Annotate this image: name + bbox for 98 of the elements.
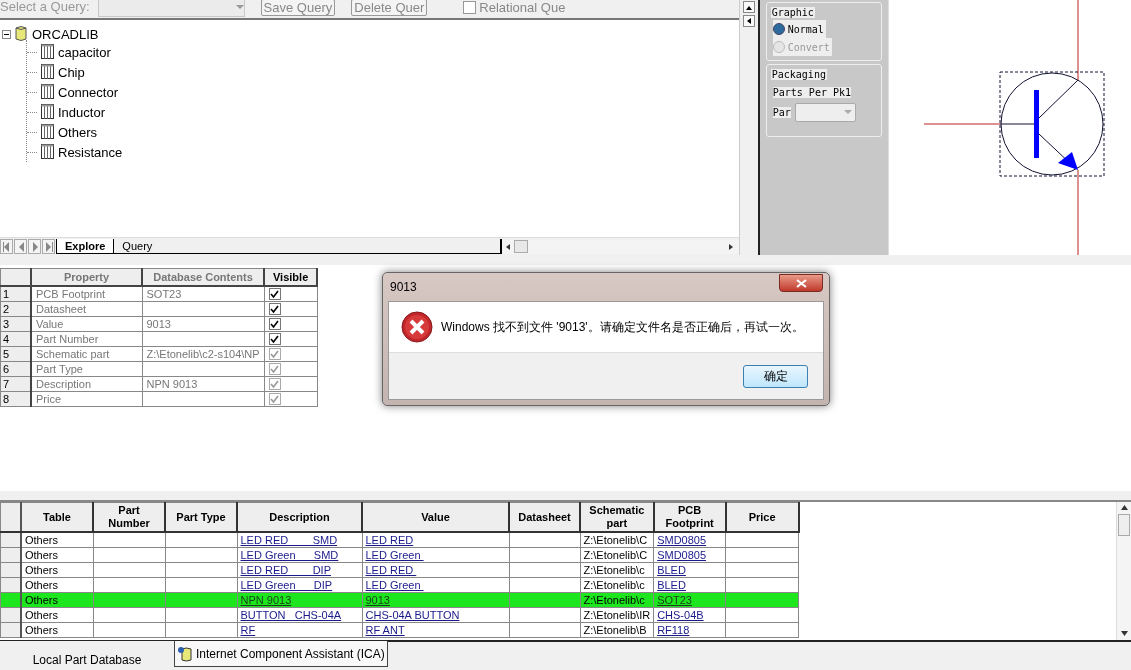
caret-icon [235, 5, 244, 9]
tree-tab[interactable]: Explore [56, 239, 114, 254]
column-header[interactable]: Table [21, 502, 93, 532]
table-cell: Z:\Etonelib\C [580, 532, 654, 548]
table-cell: Datasheet [31, 301, 142, 317]
dialog-message: Windows 找不到文件 '9013'。请确定文件名是否正确后，再试一次。 [441, 318, 804, 336]
table-cell: Z:\Etonelib\c [580, 577, 654, 593]
horizontal-scrollbar[interactable] [502, 239, 739, 254]
parts-per-package-value: 1 [845, 86, 851, 98]
table-cell: Others [21, 532, 93, 548]
column-header[interactable]: Schematic part [580, 502, 654, 532]
table-cell: Part Type [31, 361, 142, 377]
part-label: Par [772, 106, 791, 118]
tree-item[interactable]: Inductor [58, 104, 105, 120]
close-icon [795, 278, 807, 288]
table-cell: SOT23 [142, 286, 265, 302]
caret-icon [843, 110, 852, 114]
column-header[interactable]: Value [362, 502, 509, 532]
table-icon [41, 144, 54, 160]
table-cell: Z:\Etonelib\B [580, 622, 654, 638]
table-cell: Part Number [31, 331, 142, 347]
next-button[interactable] [28, 239, 41, 254]
column-header[interactable]: Database Contents [142, 268, 265, 286]
table-cell: PCB Footprint [31, 286, 142, 302]
column-header[interactable]: Visible [264, 268, 318, 286]
table-icon [41, 84, 54, 100]
table-cell: Schematic part [31, 346, 142, 362]
ok-button[interactable]: 确定 [743, 364, 808, 388]
table-icon [41, 104, 54, 120]
table-cell: Price [31, 391, 142, 407]
cell-link[interactable]: RF [240, 624, 256, 636]
scroll-up-button[interactable] [742, 1, 755, 13]
table-cell: 9013 [142, 316, 265, 332]
database-icon [15, 26, 28, 42]
close-button[interactable] [779, 274, 823, 292]
column-header[interactable]: Part Number [93, 502, 165, 532]
parts-per-package-label: Parts Per Pk [772, 86, 845, 98]
tree-item[interactable]: Others [58, 124, 97, 140]
arrow-icon [43, 240, 54, 253]
radio-button[interactable] [772, 23, 785, 35]
query-label: Select a Query: [0, 0, 90, 14]
relational-label: Relational Que [479, 0, 566, 15]
table-cell: Z:\Etonelib\C [580, 547, 654, 563]
previous-button[interactable] [14, 239, 27, 254]
visible-checkbox[interactable] [268, 318, 281, 330]
column-header[interactable]: PCB Footprint [653, 502, 726, 532]
tree-item[interactable]: Resistance [58, 144, 123, 160]
column-header[interactable]: Property [31, 268, 142, 286]
scroll-up-arrow-icon[interactable] [1120, 505, 1128, 510]
column-header[interactable]: Description [237, 502, 362, 532]
table-cell: Others [21, 547, 93, 563]
table-icon [41, 124, 54, 140]
table-icon [41, 64, 54, 80]
tree-item[interactable]: Connector [58, 84, 118, 100]
arrow-icon [1, 240, 12, 253]
up-arrow-icon [745, 4, 752, 10]
tree-item[interactable]: ORCADLIB [32, 26, 99, 42]
table-cell: Others [21, 577, 93, 593]
tree-item[interactable]: capacitor [58, 44, 111, 60]
column-header[interactable]: Price [725, 502, 799, 532]
column-header[interactable]: Part Type [165, 502, 237, 532]
cell-link[interactable]: 9013 [365, 594, 390, 606]
table-cell: Z:\Etonelib\c2-s104\NP [142, 346, 265, 362]
table-cell: Z:\Etonelib\IR [580, 607, 654, 623]
scroll-left-button[interactable] [742, 15, 755, 27]
table-cell: Others [21, 622, 93, 638]
scroll-right-arrow-icon[interactable] [729, 243, 733, 250]
radio-label: Convert [787, 41, 830, 53]
group-title: Graphic [770, 7, 815, 18]
dialog-title: 9013 [390, 280, 417, 294]
table-cell: Others [21, 562, 93, 578]
table-cell: Z:\Etonelib\c [580, 562, 654, 578]
visible-checkbox[interactable] [268, 303, 281, 315]
table-cell: Description [31, 376, 142, 392]
group-title: Packaging [770, 69, 827, 80]
scroll-left-arrow-icon[interactable] [506, 243, 511, 250]
table-cell: Others [21, 607, 93, 623]
tree-item[interactable]: Chip [58, 64, 85, 80]
visible-checkbox[interactable] [268, 288, 281, 300]
radio-option[interactable]: Normal [772, 20, 826, 38]
left-arrow-icon [746, 18, 752, 24]
tree-tab[interactable]: Query [113, 239, 161, 254]
database-icon [177, 645, 192, 662]
table-cell: Value [31, 316, 142, 332]
last-button[interactable] [42, 239, 55, 254]
table-cell: NPN 9013 [142, 376, 265, 392]
scrollbar-thumb[interactable] [1118, 514, 1130, 536]
error-icon [401, 311, 433, 343]
bottom-tab[interactable]: Internet Component Assistant (ICA) [174, 641, 388, 667]
scroll-down-arrow-icon[interactable] [1120, 631, 1128, 636]
table-icon [41, 44, 54, 60]
first-button[interactable] [0, 239, 13, 254]
visible-checkbox[interactable] [268, 333, 281, 345]
column-header[interactable]: Datasheet [509, 502, 580, 532]
relational-checkbox[interactable] [463, 0, 477, 14]
scrollbar-thumb[interactable] [514, 240, 529, 253]
radio-label: Normal [787, 23, 824, 35]
collapse-icon[interactable] [2, 29, 11, 39]
